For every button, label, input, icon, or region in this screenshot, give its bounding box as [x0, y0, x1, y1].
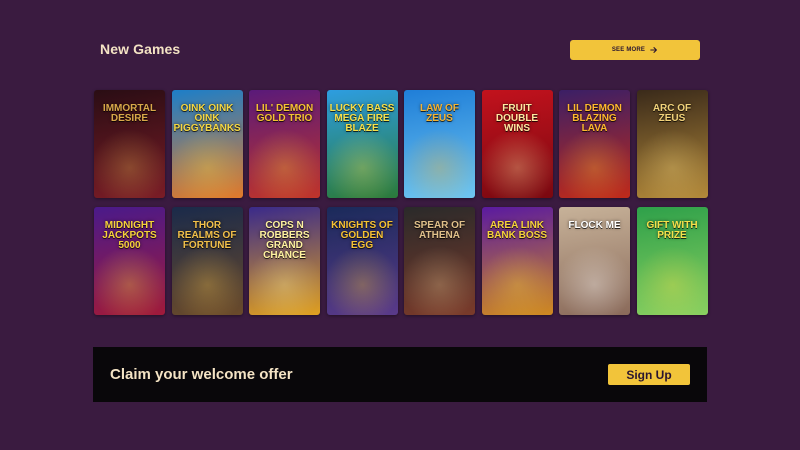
- game-tile[interactable]: MIDNIGHT JACKPOTS 5000: [94, 207, 165, 315]
- arrow-right-icon: [650, 47, 658, 53]
- see-more-button[interactable]: SEE MORE: [570, 40, 700, 60]
- game-title: GIFT WITH PRIZE: [646, 220, 698, 241]
- section-title: New Games: [100, 41, 181, 57]
- game-tile[interactable]: COPS N ROBBERS GRAND CHANCE: [249, 207, 320, 315]
- welcome-banner: Claim your welcome offer Sign Up: [93, 347, 707, 402]
- game-title: LAW OF ZEUS: [420, 103, 459, 124]
- banner-text: Claim your welcome offer: [110, 366, 293, 383]
- game-title: FRUIT DOUBLE WINS: [495, 103, 539, 134]
- game-tile[interactable]: KNIGHTS OF GOLDEN EGG: [326, 207, 398, 315]
- game-tile[interactable]: FRUIT DOUBLE WINS: [481, 90, 553, 198]
- game-title: THOR REALMS OF FORTUNE: [177, 220, 237, 251]
- games-grid: IMMORTAL DESIRE OINK OINK OINK PIGGYBANKS…: [94, 90, 708, 315]
- game-title: FLOCK ME: [568, 220, 621, 231]
- game-title: LIL DEMON BLAZING LAVA: [567, 103, 622, 134]
- game-tile[interactable]: GIFT WITH PRIZE: [636, 207, 708, 315]
- game-tile[interactable]: LIL' DEMON GOLD TRIO: [249, 90, 320, 198]
- see-more-label: SEE MORE: [611, 47, 646, 53]
- game-tile[interactable]: SPEAR OF ATHENA: [404, 207, 475, 315]
- game-tile[interactable]: OINK OINK OINK PIGGYBANKS: [171, 90, 243, 198]
- game-title: OINK OINK OINK PIGGYBANKS: [173, 103, 241, 134]
- game-title: LIL' DEMON GOLD TRIO: [255, 103, 314, 124]
- game-title: KNIGHTS OF GOLDEN EGG: [331, 220, 393, 251]
- game-tile[interactable]: FLOCK ME: [559, 207, 630, 315]
- game-title: MIDNIGHT JACKPOTS 5000: [102, 220, 157, 251]
- game-title: AREA LINK BANK BOSS: [486, 220, 547, 241]
- sign-up-button[interactable]: Sign Up: [608, 364, 690, 385]
- game-title: SPEAR OF ATHENA: [413, 220, 466, 241]
- game-title: COPS N ROBBERS GRAND CHANCE: [259, 220, 310, 261]
- game-tile[interactable]: LIL DEMON BLAZING LAVA: [559, 90, 630, 198]
- game-tile[interactable]: IMMORTAL DESIRE: [94, 90, 165, 198]
- game-tile[interactable]: LAW OF ZEUS: [404, 90, 475, 198]
- game-title: LUCKY BASS MEGA FIRE BLAZE: [329, 103, 395, 134]
- game-tile[interactable]: AREA LINK BANK BOSS: [481, 207, 553, 315]
- game-title: IMMORTAL DESIRE: [102, 103, 157, 124]
- game-tile[interactable]: ARC OF ZEUS: [636, 90, 708, 198]
- game-title: ARC OF ZEUS: [652, 103, 692, 124]
- game-tile[interactable]: LUCKY BASS MEGA FIRE BLAZE: [326, 90, 398, 198]
- game-tile[interactable]: THOR REALMS OF FORTUNE: [171, 207, 243, 315]
